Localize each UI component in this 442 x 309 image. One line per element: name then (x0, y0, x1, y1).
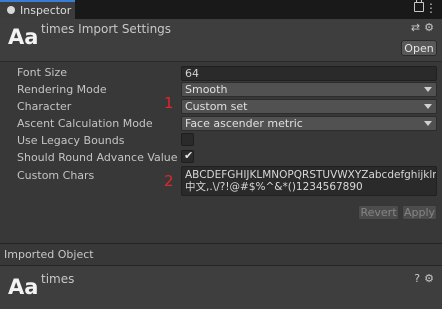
round-advance-label: Should Round Advance Value (17, 151, 178, 164)
open-button[interactable]: Open (401, 40, 437, 56)
ascent-label: Ascent Calculation Mode (17, 117, 153, 130)
tab-bar: Inspector ⋮ (0, 0, 442, 19)
character-dropdown[interactable]: Custom set (181, 99, 437, 114)
ascent-dropdown[interactable]: Face ascender metric (181, 116, 437, 131)
asset-header: Aa times Import Settings ⇄⚙ (0, 19, 442, 62)
font-size-label: Font Size (17, 66, 68, 79)
legacy-bounds-checkbox[interactable] (181, 133, 194, 146)
rendering-mode-dropdown[interactable]: Smooth (181, 82, 437, 97)
apply-button[interactable]: Apply (402, 205, 437, 220)
rendering-mode-value: Smooth (185, 83, 228, 96)
font-asset-icon: Aa (8, 275, 39, 299)
imported-object-icons[interactable]: ?⚙ (414, 272, 438, 285)
character-value: Custom set (185, 100, 248, 113)
lock-icon[interactable] (414, 0, 424, 12)
custom-chars-label: Custom Chars (17, 169, 95, 182)
round-advance-checkbox[interactable]: ✔ (181, 149, 194, 163)
menu-icon[interactable]: ⋮ (425, 0, 437, 16)
chevron-down-icon (424, 104, 432, 109)
annotation-2: 2 (164, 172, 174, 190)
header-icons[interactable]: ⇄⚙ (411, 21, 438, 34)
divider (0, 243, 442, 244)
revert-button[interactable]: Revert (358, 205, 399, 220)
imported-object-title: times (41, 272, 75, 286)
font-size-field[interactable]: 64 (181, 66, 437, 81)
chevron-down-icon (424, 121, 432, 126)
font-asset-icon: Aa (8, 25, 39, 49)
character-label: Character (17, 100, 72, 113)
check-icon: ✔ (184, 149, 194, 162)
legacy-bounds-label: Use Legacy Bounds (17, 134, 125, 147)
rendering-mode-label: Rendering Mode (17, 83, 107, 96)
page-title: times Import Settings (41, 22, 172, 36)
tab-label: Inspector (20, 4, 72, 17)
custom-chars-textarea[interactable]: ABCDEFGHIJKLMNOPQRSTUVWXYZabcdefghijklmn… (181, 166, 437, 196)
inspector-icon (7, 6, 15, 14)
imported-object-panel: Aa times ?⚙ (0, 266, 442, 309)
annotation-1: 1 (164, 94, 174, 112)
imported-object-label: Imported Object (4, 248, 94, 261)
chevron-down-icon (424, 87, 432, 92)
ascent-value: Face ascender metric (185, 117, 303, 130)
tab-inspector[interactable]: Inspector (0, 0, 75, 19)
